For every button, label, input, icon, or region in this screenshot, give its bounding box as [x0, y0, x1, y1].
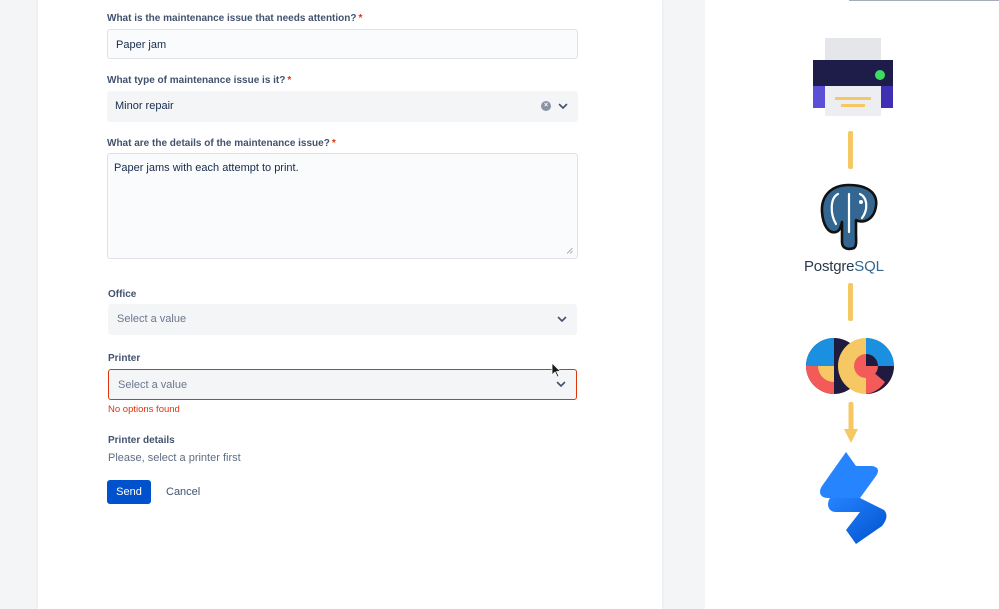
resize-handle-icon[interactable] — [566, 247, 573, 254]
printer-icon — [813, 38, 893, 116]
arrow-down-icon — [844, 402, 858, 443]
printer-placeholder: Select a value — [118, 379, 188, 391]
chevron-down-icon[interactable] — [556, 313, 568, 325]
required-mark: * — [287, 75, 292, 86]
mouse-cursor-icon — [551, 362, 562, 378]
issue-type-label: What type of maintenance issue is it? * — [107, 75, 292, 86]
issue-input-value: Paper jam — [116, 39, 167, 51]
clear-icon[interactable]: × — [541, 101, 551, 111]
office-select[interactable]: Select a value — [108, 304, 577, 335]
required-mark: * — [331, 138, 336, 149]
issue-label: What is the maintenance issue that needs… — [107, 13, 363, 24]
divider — [849, 0, 999, 1]
office-placeholder: Select a value — [117, 313, 187, 325]
printer-select[interactable]: Select a value — [108, 369, 577, 400]
printer-label: Printer — [108, 353, 141, 364]
jira-service-management-icon — [820, 452, 887, 544]
postgresql-icon — [820, 183, 878, 251]
details-value: Paper jams with each attempt to print. — [114, 162, 299, 174]
printer-details-hint: Please, select a printer first — [108, 452, 241, 464]
postgresql-wordmark: PostgreSQL — [804, 258, 884, 275]
connector-line — [848, 283, 853, 321]
send-button[interactable]: Send — [107, 480, 151, 504]
required-mark: * — [358, 13, 363, 24]
printer-error-message: No options found — [108, 404, 180, 415]
cancel-button[interactable]: Cancel — [159, 480, 207, 504]
integration-logo-icon — [806, 338, 894, 394]
details-textarea[interactable]: Paper jams with each attempt to print. — [107, 153, 578, 259]
chevron-down-icon[interactable] — [557, 100, 569, 112]
printer-details-label: Printer details — [108, 435, 175, 446]
connector-line — [848, 131, 853, 169]
issue-type-value: Minor repair — [115, 100, 174, 112]
issue-type-select[interactable]: Minor repair × — [107, 91, 578, 122]
office-label: Office — [108, 289, 137, 300]
issue-input[interactable]: Paper jam — [107, 29, 578, 59]
chevron-down-icon[interactable] — [555, 378, 567, 390]
details-label: What are the details of the maintenance … — [107, 138, 336, 149]
